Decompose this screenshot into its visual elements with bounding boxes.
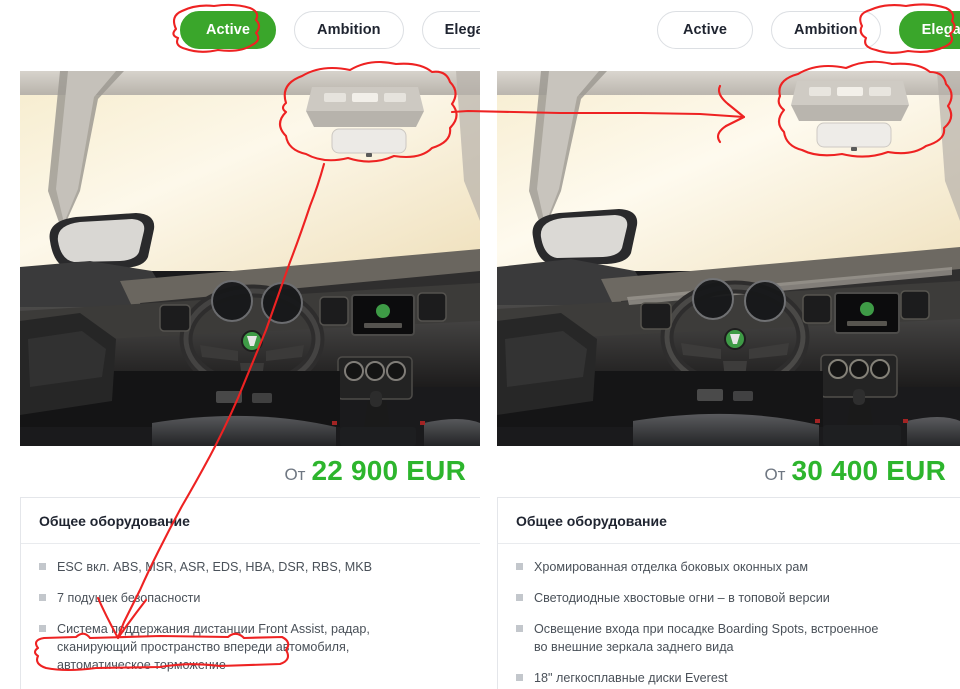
- list-item-label: Система поддержания дистанции Front Assi…: [57, 622, 370, 672]
- list-item-label: 18" легкосплавные диски Everest: [534, 671, 728, 685]
- spec-column-general: Общее оборудование Хромированная отделка…: [498, 498, 960, 689]
- list-item: 7 подушек безопасности: [39, 589, 480, 607]
- spec-list: ESC вкл. ABS, MSR, ASR, EDS, HBA, DSR, R…: [21, 544, 480, 689]
- price-prefix: От: [284, 465, 306, 484]
- spec-column-header: Общее оборудование: [498, 498, 960, 544]
- trim-pill-elegance[interactable]: Elegance: [898, 11, 960, 49]
- trim-pill-active[interactable]: Active: [657, 11, 753, 49]
- list-item: Светодиодные хвостовые огни – в топовой …: [516, 589, 960, 607]
- list-item: Освещение входа при посадке Boarding Spo…: [516, 620, 960, 656]
- list-item: Система поддержания дистанции Front Assi…: [39, 620, 480, 674]
- trim-pill-ambition[interactable]: Ambition: [771, 11, 881, 49]
- price-block-elegance: От 30 400 EUR: [764, 455, 946, 487]
- spec-column-header: Общее оборудование: [21, 498, 480, 544]
- trim-panel-active: Active Ambition Elegance: [0, 0, 480, 689]
- list-item-label: Освещение входа при посадке Boarding Spo…: [534, 622, 879, 654]
- spec-table-elegance: Общее оборудование Хромированная отделка…: [497, 497, 960, 689]
- list-item: Хромированная отделка боковых оконных ра…: [516, 558, 960, 576]
- trim-pill-ambition[interactable]: Ambition: [294, 11, 404, 49]
- trim-pill-active[interactable]: Active: [180, 11, 276, 49]
- bullet-icon: [39, 563, 46, 570]
- list-item: ESC вкл. ABS, MSR, ASR, EDS, HBA, DSR, R…: [39, 558, 480, 576]
- list-item-label: ESC вкл. ABS, MSR, ASR, EDS, HBA, DSR, R…: [57, 560, 373, 574]
- list-item-label: Хромированная отделка боковых оконных ра…: [534, 560, 809, 574]
- car-interior-photo-elegance[interactable]: [497, 71, 960, 446]
- bullet-icon: [516, 563, 523, 570]
- bullet-icon: [516, 625, 523, 632]
- spec-column-general: Общее оборудование ESC вкл. ABS, MSR, AS…: [21, 498, 480, 689]
- trim-panel-elegance: Active Ambition Elegance: [480, 0, 960, 689]
- list-item: 18" легкосплавные диски Everest: [516, 669, 960, 687]
- list-item-label: Светодиодные хвостовые огни – в топовой …: [534, 591, 830, 605]
- bullet-icon: [39, 625, 46, 632]
- price-value: 30 400 EUR: [791, 455, 946, 486]
- price-block-active: От 22 900 EUR: [284, 455, 466, 487]
- trim-pill-elegance[interactable]: Elegance: [421, 11, 480, 49]
- car-interior-photo-active[interactable]: [20, 71, 480, 446]
- comparison-page: Active Ambition Elegance: [0, 0, 960, 689]
- trim-selector-left[interactable]: Active Ambition Elegance: [180, 11, 480, 49]
- price-value: 22 900 EUR: [311, 455, 466, 486]
- trim-selector-right[interactable]: Active Ambition Elegance: [657, 11, 960, 49]
- bullet-icon: [516, 594, 523, 601]
- price-prefix: От: [764, 465, 786, 484]
- bullet-icon: [39, 594, 46, 601]
- list-item-label: 7 подушек безопасности: [57, 591, 201, 605]
- bullet-icon: [516, 674, 523, 681]
- spec-table-active: Общее оборудование ESC вкл. ABS, MSR, AS…: [20, 497, 480, 689]
- spec-list: Хромированная отделка боковых оконных ра…: [498, 544, 960, 687]
